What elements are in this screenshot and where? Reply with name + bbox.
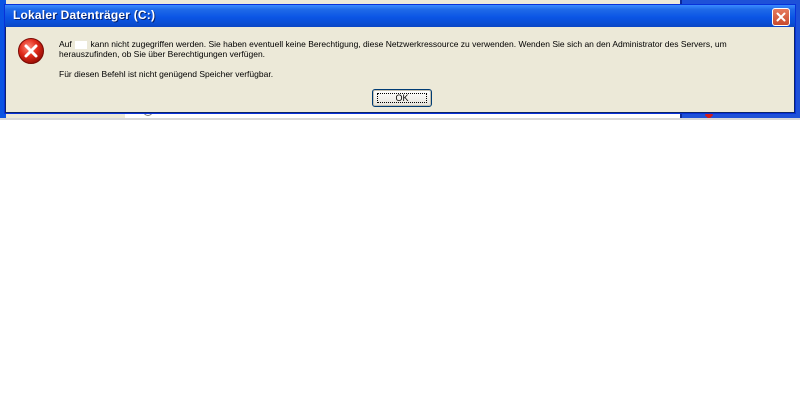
close-icon — [776, 12, 786, 22]
ok-button[interactable]: OK — [372, 89, 432, 107]
close-button[interactable] — [772, 8, 790, 26]
error-dialog: Lokaler Datenträger (C:) Auf kann nicht … — [4, 4, 796, 114]
error-icon — [18, 38, 44, 64]
background-window-bottom — [0, 118, 800, 120]
redacted-path — [75, 40, 88, 49]
message-prefix: Auf — [59, 39, 72, 49]
message-line-1: Auf kann nicht zugegriffen werden. Sie h… — [59, 39, 789, 59]
dialog-message: Auf kann nicht zugegriffen werden. Sie h… — [59, 39, 789, 79]
dialog-titlebar[interactable]: Lokaler Datenträger (C:) — [5, 5, 795, 27]
focus-rectangle — [377, 93, 427, 103]
message-text-1: kann nicht zugegriffen werden. Sie haben… — [59, 39, 727, 59]
dialog-title: Lokaler Datenträger (C:) — [13, 8, 156, 22]
message-line-2: Für diesen Befehl ist nicht genügend Spe… — [59, 69, 274, 79]
